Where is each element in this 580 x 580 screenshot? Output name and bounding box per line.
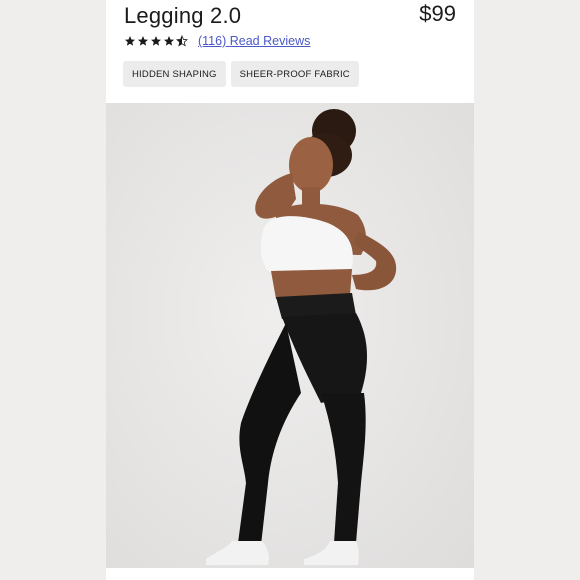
left-gutter [0,0,106,580]
star-icon [125,36,135,46]
star-icon [164,36,174,46]
tag-sheer-proof-fabric[interactable]: SHEER-PROOF FABRIC [230,61,359,87]
right-gutter [474,0,580,580]
star-rating [124,35,188,47]
star-icon [151,36,161,46]
feature-tags: HIDDEN SHAPING SHEER-PROOF FABRIC [123,61,359,87]
star-icon [138,36,148,46]
product-photo[interactable] [106,103,474,568]
model-illustration [106,103,474,568]
half-star-icon [176,35,188,47]
product-card: Legging 2.0 $99 (116) Read Reviews HIDDE… [106,0,474,580]
reviews-label: Read Reviews [229,34,311,48]
product-price: $99 [419,1,456,26]
tag-hidden-shaping[interactable]: HIDDEN SHAPING [123,61,226,87]
read-reviews-link[interactable]: (116) Read Reviews [198,34,310,48]
rating-row: (116) Read Reviews [124,33,310,49]
reviews-count: (116) [198,34,227,48]
product-title: Legging 2.0 [124,3,242,28]
